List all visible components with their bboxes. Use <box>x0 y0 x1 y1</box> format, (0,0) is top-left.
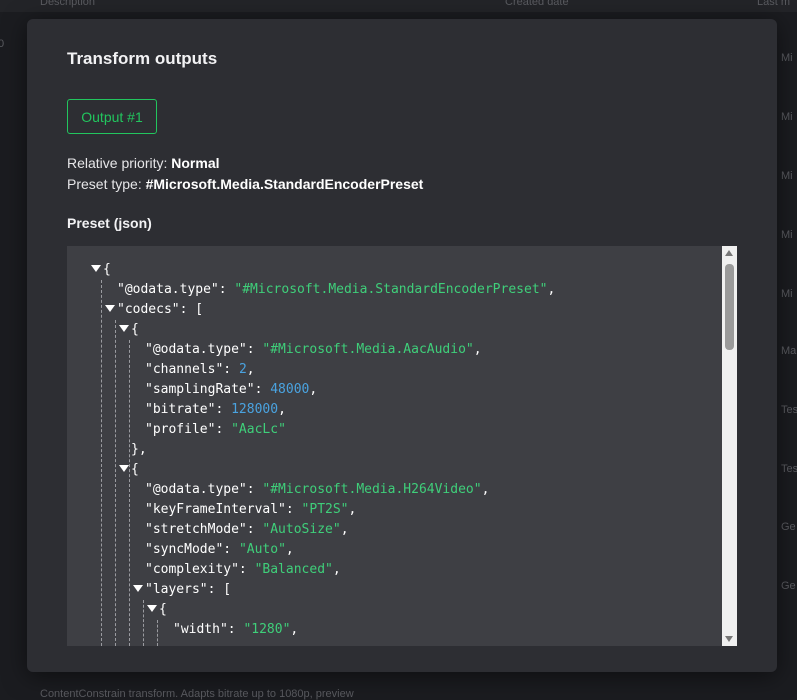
preset-json-title: Preset (json) <box>67 215 152 231</box>
json-key: "complexity" <box>145 562 239 577</box>
json-line: { <box>147 600 167 620</box>
json-line: "layers": [ <box>133 580 231 600</box>
json-line: "channels": 2, <box>145 362 255 377</box>
json-key: "@odata.type" <box>117 282 219 297</box>
json-line: "complexity": "Balanced", <box>145 562 341 577</box>
background-row-text[interactable]: Ma <box>781 345 796 357</box>
json-value: { <box>131 322 139 337</box>
json-value: { <box>131 462 139 477</box>
background-footer-text: ContentConstrain transform. Adapts bitra… <box>40 688 354 700</box>
json-line: { <box>119 320 139 340</box>
json-line: }, <box>131 440 147 460</box>
json-viewer-scrollbar[interactable] <box>722 246 737 646</box>
json-key: "width" <box>173 622 228 637</box>
output-1-tab[interactable]: Output #1 <box>67 99 157 134</box>
collapse-triangle-icon[interactable] <box>105 305 115 312</box>
background-row-text[interactable]: Mi <box>781 111 793 123</box>
json-line: "@odata.type": "#Microsoft.Media.AacAudi… <box>145 342 482 357</box>
json-key: "channels" <box>145 362 224 377</box>
json-line: "samplingRate": 48000, <box>145 382 318 397</box>
background-row-text[interactable]: Mi <box>781 229 793 241</box>
indent-guide <box>101 280 102 646</box>
json-key: "layers" <box>145 582 208 597</box>
indent-guide <box>129 340 130 646</box>
json-key: "stretchMode" <box>145 522 247 537</box>
json-line: "width": "1280", <box>173 622 299 637</box>
json-line: { <box>91 260 111 280</box>
json-value: "Balanced" <box>254 562 333 577</box>
json-key: "profile" <box>145 422 216 437</box>
json-value: 48000 <box>270 382 310 397</box>
json-value: "AacLc" <box>231 422 286 437</box>
scroll-up-icon[interactable] <box>725 250 733 256</box>
json-line: "stretchMode": "AutoSize", <box>145 522 349 537</box>
indent-guide <box>143 600 144 646</box>
json-line: "codecs": [ <box>105 300 203 320</box>
json-key: "codecs" <box>117 302 180 317</box>
background-row-text[interactable]: Mi <box>781 52 793 64</box>
json-value: { <box>103 262 111 277</box>
relative-priority-label: Relative priority: <box>67 155 168 171</box>
json-line: "@odata.type": "#Microsoft.Media.Standar… <box>117 282 556 297</box>
scroll-down-icon[interactable] <box>725 636 733 642</box>
json-line: "keyFrameInterval": "PT2S", <box>145 502 357 517</box>
collapse-triangle-icon[interactable] <box>91 265 101 272</box>
json-value: "#Microsoft.Media.AacAudio" <box>262 342 474 357</box>
json-value: [ <box>195 302 204 317</box>
collapse-triangle-icon[interactable] <box>147 605 157 612</box>
background-left-fragment: 0 <box>0 38 5 50</box>
json-value: 128000 <box>231 402 279 417</box>
header-col-description: Description <box>40 0 96 8</box>
json-key: "syncMode" <box>145 542 224 557</box>
transform-outputs-dialog: Transform outputs Output #1 Relative pri… <box>27 19 777 672</box>
json-value: "PT2S" <box>301 502 349 517</box>
json-key: "@odata.type" <box>145 482 247 497</box>
background-row-text[interactable]: Mi <box>781 170 793 182</box>
json-value: "AutoSize" <box>262 522 341 537</box>
json-line: "syncMode": "Auto", <box>145 542 294 557</box>
header-col-last: Last m <box>757 0 791 8</box>
indent-guide <box>115 320 116 646</box>
json-line: "@odata.type": "#Microsoft.Media.H264Vid… <box>145 482 490 497</box>
json-line: "bitrate": 128000, <box>145 402 286 417</box>
json-line: { <box>119 460 139 480</box>
json-viewer[interactable]: { "@odata.type": "#Microsoft.Media.Standa… <box>67 246 737 646</box>
json-key: "bitrate" <box>145 402 216 417</box>
collapse-triangle-icon[interactable] <box>119 325 129 332</box>
background-table-header: Description Created date Last m <box>0 0 797 12</box>
indent-guide <box>157 620 158 646</box>
background-row-text[interactable]: Ge <box>781 580 796 592</box>
json-value: 2 <box>238 362 247 377</box>
collapse-triangle-icon[interactable] <box>133 585 143 592</box>
background-row-text[interactable]: Tes <box>781 463 797 475</box>
relative-priority-value: Normal <box>171 155 220 171</box>
json-value: "1280" <box>243 622 291 637</box>
preset-type-label: Preset type: <box>67 176 142 192</box>
background-row-text[interactable]: Mi <box>781 288 793 300</box>
preset-type: Preset type: #Microsoft.Media.StandardEn… <box>67 176 423 192</box>
header-col-created: Created date <box>505 0 569 8</box>
dialog-title: Transform outputs <box>67 49 218 68</box>
preset-type-value: #Microsoft.Media.StandardEncoderPreset <box>145 176 424 192</box>
json-value: "Auto" <box>238 542 286 557</box>
background-row-text[interactable]: Tes <box>781 404 797 416</box>
json-key: "samplingRate" <box>145 382 255 397</box>
json-value: "#Microsoft.Media.StandardEncoderPreset" <box>234 282 548 297</box>
background-row-text[interactable]: Ge <box>781 521 796 533</box>
json-key: "keyFrameInterval" <box>145 502 286 517</box>
json-key: "@odata.type" <box>145 342 247 357</box>
json-value: [ <box>223 582 232 597</box>
relative-priority: Relative priority: Normal <box>67 155 220 171</box>
scrollbar-thumb[interactable] <box>725 264 734 350</box>
json-value: "#Microsoft.Media.H264Video" <box>262 482 482 497</box>
json-value: { <box>159 602 167 617</box>
json-line: "profile": "AacLc" <box>145 422 286 437</box>
collapse-triangle-icon[interactable] <box>119 465 129 472</box>
json-value: }, <box>131 442 147 457</box>
